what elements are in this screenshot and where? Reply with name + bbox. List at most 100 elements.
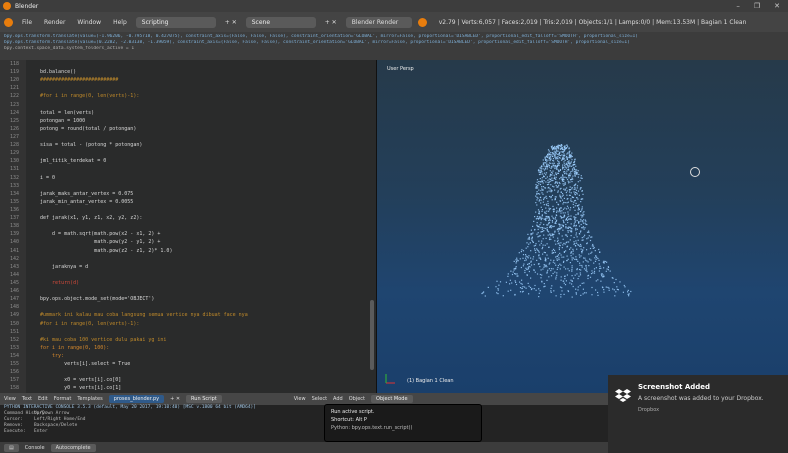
code-text: try: (40, 352, 65, 359)
code-line[interactable]: 119 bd.balance() (0, 68, 370, 76)
code-line[interactable]: 150 #for i in range(0, len(verts)-1): (0, 320, 370, 328)
code-line[interactable]: 118 (0, 60, 370, 68)
code-line[interactable]: 129 (0, 149, 370, 157)
render-engine-selector[interactable]: Blender Render (345, 16, 412, 28)
code-line[interactable]: 145 return(d) (0, 279, 370, 287)
add-scene-button[interactable]: + ✕ (322, 19, 340, 26)
maximize-button[interactable]: ❐ (754, 2, 760, 10)
close-button[interactable]: ✕ (774, 2, 780, 10)
line-number: 139 (10, 231, 20, 238)
view3d-menu-object[interactable]: Object (349, 396, 365, 402)
line-number: 129 (10, 150, 20, 157)
code-line[interactable]: 149 #ummark ini kalau mau coba langsung s… (0, 311, 370, 319)
code-line[interactable]: 131 (0, 165, 370, 173)
code-line[interactable]: 140 math.pow(y2 - y1, 2) + (0, 238, 370, 246)
menu-render[interactable]: Render (41, 19, 68, 26)
scene-selector[interactable]: Scene (245, 16, 316, 28)
line-number: 151 (10, 328, 20, 335)
code-line[interactable]: 158 y0 = verts[i].co[1] (0, 384, 370, 392)
autocomplete-button[interactable]: Autocomplete (50, 443, 96, 452)
menu-window[interactable]: Window (74, 19, 104, 26)
code-text: jarak_maks_antar_vertex = 0.075 (40, 190, 134, 197)
code-line[interactable]: 143 jaraknya = d (0, 263, 370, 271)
line-number: 146 (10, 288, 20, 295)
code-line[interactable]: 146 (0, 287, 370, 295)
code-line[interactable]: 136 (0, 206, 370, 214)
line-number: 148 (10, 304, 20, 311)
code-line[interactable]: 151 (0, 328, 370, 336)
code-line[interactable]: 148 (0, 303, 370, 311)
code-line[interactable]: 144 (0, 271, 370, 279)
code-line[interactable]: 152 #ki mau coba 100 vertice dulu pakai y… (0, 336, 370, 344)
code-line[interactable]: 121 (0, 84, 370, 92)
view3d-menu-add[interactable]: Add (333, 396, 343, 402)
editor-type-icon[interactable] (4, 17, 13, 27)
code-line[interactable]: 128 sisa = total - (potong * potongan) (0, 141, 370, 149)
code-line[interactable]: 130 jml_titik_terdekat = 0 (0, 157, 370, 165)
menu-help[interactable]: Help (110, 19, 130, 26)
code-line[interactable]: 127 (0, 133, 370, 141)
line-number: 152 (10, 336, 20, 343)
window-controls: – ❐ ✕ (736, 2, 780, 10)
line-number: 127 (10, 133, 20, 140)
line-number: 157 (10, 377, 20, 384)
code-line[interactable]: 123 (0, 101, 370, 109)
code-line[interactable]: 142 (0, 255, 370, 263)
text-menu-format[interactable]: Format (54, 396, 72, 402)
code-line[interactable]: 122 #for i in range(0, len(verts)-1): (0, 92, 370, 100)
text-editor[interactable]: 118 119 bd.balance() 120 ###################… (0, 60, 376, 393)
text-menu-templates[interactable]: Templates (77, 396, 102, 402)
code-line[interactable]: 133 (0, 182, 370, 190)
dropbox-notification[interactable]: Screenshot Added A screenshot was added … (608, 375, 788, 453)
code-line[interactable]: 154 try: (0, 352, 370, 360)
code-line[interactable]: 138 (0, 222, 370, 230)
editor-scrollbar[interactable] (370, 300, 374, 370)
code-line[interactable]: 141 math.pow(z2 - z1, 2)* 1.0) (0, 247, 370, 255)
view3d-menu-select[interactable]: Select (312, 396, 327, 402)
minimize-button[interactable]: – (736, 2, 740, 10)
code-area[interactable]: 118 119 bd.balance() 120 ###################… (0, 60, 370, 393)
code-line[interactable]: 147 bpy.ops.object.mode_set(mode='OBJECT'… (0, 295, 370, 303)
3d-viewport[interactable]: User Persp (1) Bagian 1 Clean (376, 60, 788, 393)
console-editor-type[interactable]: ▤ (4, 443, 19, 452)
console-menu[interactable]: Console (25, 445, 45, 451)
code-line[interactable]: 153 for i in range(0, 100): (0, 344, 370, 352)
screen-layout-selector[interactable]: Scripting (135, 16, 216, 28)
code-line[interactable]: 132 i = 0 (0, 174, 370, 182)
code-line[interactable]: 125 potongan = 1000 (0, 117, 370, 125)
code-line[interactable]: 135 jarak_min_antar_vertex = 0.0055 (0, 198, 370, 206)
run-script-button[interactable]: Run Script (186, 395, 222, 403)
code-line[interactable]: 137 def jarak(x1, y1, z1, x2, y2, z2): (0, 214, 370, 222)
text-menu-view[interactable]: View (4, 396, 16, 402)
mesh-point-cloud[interactable] (377, 60, 788, 393)
code-line[interactable]: 139 d = math.sqrt(math.pow(x2 - x1, 2) + (0, 230, 370, 238)
code-line[interactable]: 155 verts[i].select = True (0, 360, 370, 368)
code-line[interactable]: 126 potong = round(total / potongan) (0, 125, 370, 133)
code-text: #ki mau coba 100 vertice dulu pakai yg i… (40, 336, 167, 343)
code-line[interactable]: 156 (0, 368, 370, 376)
3d-cursor-icon[interactable] (690, 167, 700, 177)
menu-file[interactable]: File (19, 19, 35, 26)
code-text: potongan = 1000 (40, 117, 86, 124)
object-mode-selector[interactable]: Object Mode (371, 395, 413, 403)
run-script-tooltip: Run active script. Shortcut: Alt P Pytho… (324, 404, 482, 442)
text-menu-text[interactable]: Text (22, 396, 32, 402)
view3d-menu-view[interactable]: View (294, 396, 306, 402)
code-text: def jarak(x1, y1, z1, x2, y2, z2): (40, 215, 143, 222)
line-number: 144 (10, 271, 20, 278)
add-screen-button[interactable]: + ✕ (222, 19, 240, 26)
text-file-selector[interactable]: proses_blender.py (108, 395, 165, 403)
notification-title: Screenshot Added (638, 383, 711, 391)
code-line[interactable]: 124 total = len(verts) (0, 109, 370, 117)
new-text-button[interactable]: + ✕ (170, 396, 180, 402)
info-header: File Render Window Help Scripting + ✕ Sc… (0, 12, 788, 32)
console-value: Enter (34, 429, 48, 434)
code-line[interactable]: 120 ########################## (0, 76, 370, 84)
code-line[interactable]: 134 jarak_maks_antar_vertex = 0.075 (0, 190, 370, 198)
text-menu-edit[interactable]: Edit (38, 396, 48, 402)
code-line[interactable]: 157 x0 = verts[i].co[0] (0, 376, 370, 384)
